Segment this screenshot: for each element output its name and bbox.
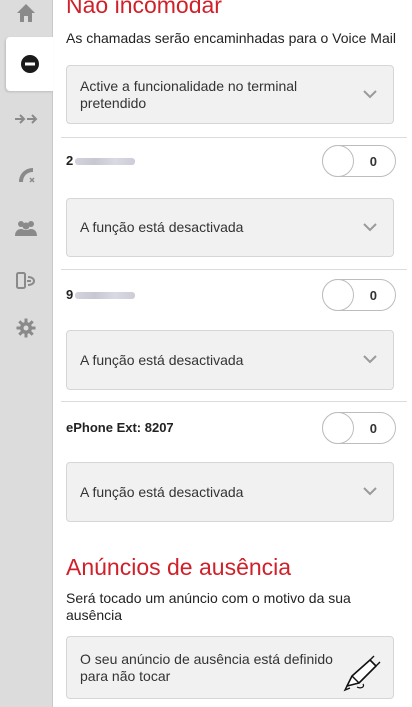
contacts-icon bbox=[15, 221, 37, 236]
edit-pen-icon[interactable] bbox=[343, 654, 383, 692]
toggle-knob bbox=[322, 279, 354, 311]
device-switch-icon bbox=[16, 272, 36, 289]
nav-item-home[interactable] bbox=[0, 0, 52, 40]
device-label: ePhone Ext: 8207 bbox=[66, 420, 174, 435]
absence-title: Anúncios de ausência bbox=[66, 554, 292, 580]
divider bbox=[61, 269, 407, 270]
toggle-value: 0 bbox=[369, 154, 377, 169]
device-function-dropdown[interactable]: A função está desactivada bbox=[66, 462, 394, 522]
device-function-dropdown[interactable]: A função está desactivada bbox=[66, 198, 394, 257]
device-label: 2 bbox=[66, 153, 136, 168]
chevron-down-icon bbox=[363, 355, 377, 364]
toggle-value: 0 bbox=[369, 421, 377, 436]
nav-item-do-not-disturb[interactable] bbox=[6, 37, 53, 91]
sidebar-nav bbox=[0, 0, 53, 707]
nav-item-contacts[interactable] bbox=[0, 201, 52, 255]
device-dnd-toggle[interactable]: 0 bbox=[322, 279, 396, 311]
chevron-down-icon bbox=[363, 89, 377, 98]
dropdown-value: A função está desactivada bbox=[80, 351, 244, 368]
dropdown-value: O seu anúncio de ausência está definido … bbox=[80, 650, 333, 684]
dnd-title: Não incomodar bbox=[66, 0, 222, 18]
nav-item-settings[interactable] bbox=[0, 301, 52, 355]
home-icon bbox=[17, 4, 35, 22]
divider bbox=[61, 401, 407, 402]
settings-gear-icon bbox=[16, 318, 36, 338]
call-forward-icon bbox=[15, 114, 38, 124]
absence-description: Será tocado um anúncio com o motivo da s… bbox=[66, 590, 351, 623]
dnd-description: As chamadas serão encaminhadas para o Vo… bbox=[66, 30, 396, 46]
dropdown-value: A função está desactivada bbox=[80, 219, 244, 235]
device-dnd-toggle[interactable]: 0 bbox=[322, 145, 396, 177]
chevron-down-icon bbox=[363, 222, 377, 231]
absence-announcement-selector[interactable]: O seu anúncio de ausência está definido … bbox=[66, 636, 394, 699]
toggle-knob bbox=[322, 145, 354, 177]
toggle-value: 0 bbox=[369, 288, 377, 303]
dnd-mode-dropdown[interactable]: Active a funcionalidade no terminal pret… bbox=[66, 65, 394, 124]
toggle-knob bbox=[322, 412, 354, 444]
device-label: 9 bbox=[66, 287, 136, 302]
divider bbox=[61, 137, 407, 138]
main-content: Não incomodar As chamadas serão encaminh… bbox=[53, 0, 412, 707]
dropdown-value: Active a funcionalidade no terminal pret… bbox=[80, 77, 298, 111]
dropdown-value: A função está desactivada bbox=[80, 483, 244, 500]
nav-item-device-switch[interactable] bbox=[0, 254, 52, 308]
nav-item-call-forward[interactable] bbox=[0, 92, 52, 146]
chevron-down-icon bbox=[363, 487, 377, 496]
device-function-dropdown[interactable]: A função está desactivada bbox=[66, 330, 394, 390]
redacted-number bbox=[75, 158, 136, 166]
missed-call-icon bbox=[19, 168, 35, 183]
nav-item-missed-call[interactable] bbox=[0, 148, 52, 202]
redacted-number bbox=[75, 292, 136, 300]
do-not-disturb-icon bbox=[20, 55, 39, 73]
device-dnd-toggle[interactable]: 0 bbox=[322, 412, 396, 444]
